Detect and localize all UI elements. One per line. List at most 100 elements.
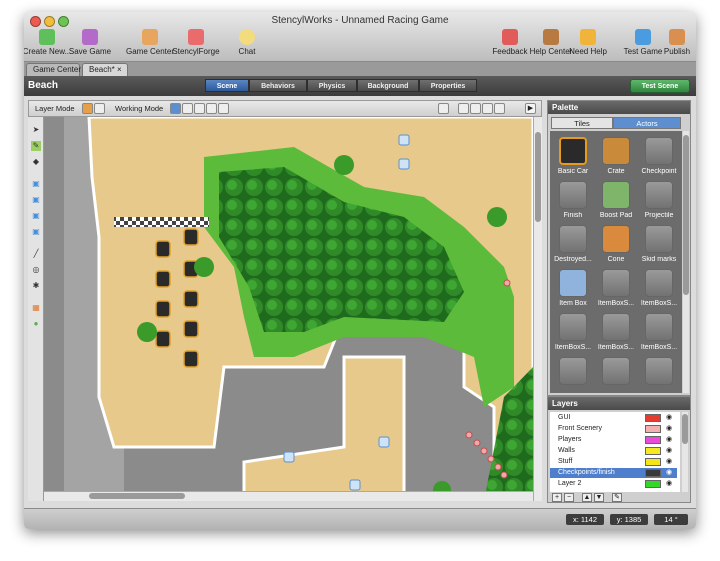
align-bottom-icon[interactable]: ▣ bbox=[31, 211, 41, 221]
working-mode-region-button[interactable] bbox=[182, 103, 193, 114]
eye-icon[interactable]: ◉ bbox=[666, 424, 672, 434]
globe-tool-icon[interactable]: ● bbox=[31, 319, 41, 329]
align-left-icon[interactable]: ▣ bbox=[31, 227, 41, 237]
car-icon bbox=[559, 137, 587, 165]
actor-projectile[interactable]: Projectile bbox=[639, 181, 679, 219]
actor-itemboxs-2[interactable]: ItemBoxS... bbox=[639, 269, 679, 307]
destroyed-icon bbox=[559, 225, 587, 253]
close-tab-icon[interactable]: × bbox=[117, 65, 122, 74]
tab-actors[interactable]: Actors bbox=[613, 117, 681, 129]
pointer-tool-icon[interactable]: ➤ bbox=[31, 125, 41, 135]
layers-scrollbar[interactable] bbox=[682, 412, 688, 492]
actor-finish[interactable]: Finish bbox=[553, 181, 593, 219]
tab-properties[interactable]: Properties bbox=[419, 79, 477, 92]
eye-icon[interactable]: ◉ bbox=[666, 435, 672, 445]
layers-scroll-thumb[interactable] bbox=[682, 414, 688, 444]
pencil-tool-icon[interactable]: ✎ bbox=[31, 141, 41, 151]
actor-basic-car[interactable]: Basic Car bbox=[553, 137, 593, 175]
palette-scroll-thumb[interactable] bbox=[683, 135, 689, 295]
view-toggle-3-button[interactable] bbox=[482, 103, 493, 114]
image-tool-icon[interactable]: ▦ bbox=[31, 303, 41, 313]
actor-boost-pad[interactable]: Boost Pad bbox=[596, 181, 636, 219]
layer-row-walls[interactable]: Walls ◉ bbox=[550, 446, 677, 456]
view-toggle-4-button[interactable] bbox=[494, 103, 505, 114]
create-new-icon bbox=[39, 29, 55, 45]
working-mode-tile-button[interactable] bbox=[170, 103, 181, 114]
screenshot-button[interactable] bbox=[438, 103, 449, 114]
need-help-button[interactable]: Need Help bbox=[558, 29, 618, 56]
align-top-icon[interactable]: ▣ bbox=[31, 179, 41, 189]
actor-itemboxs-1[interactable]: ItemBoxS... bbox=[596, 269, 636, 307]
layer-row-stuff[interactable]: Stuff ◉ bbox=[550, 457, 677, 467]
actor-itemboxs-3[interactable]: ItemBoxS... bbox=[553, 313, 593, 351]
item-box-small-icon bbox=[645, 313, 673, 341]
layer-mode-single-button[interactable] bbox=[82, 103, 93, 114]
checkpoint-icon bbox=[645, 137, 673, 165]
working-mode-grid-button[interactable] bbox=[218, 103, 229, 114]
magic-tool-icon[interactable]: ✱ bbox=[31, 281, 41, 291]
layer-row-front-scenery[interactable]: Front Scenery ◉ bbox=[550, 424, 677, 434]
actor-checkpoint[interactable]: Checkpoint bbox=[639, 137, 679, 175]
chat-button[interactable]: Chat bbox=[217, 29, 277, 56]
line-tool-icon[interactable]: ╱ bbox=[31, 249, 41, 259]
eye-icon[interactable]: ◉ bbox=[666, 479, 672, 489]
actor-label: Basic Car bbox=[557, 168, 589, 175]
view-toggle-1-button[interactable] bbox=[458, 103, 469, 114]
working-mode-pencil-button[interactable] bbox=[206, 103, 217, 114]
horizontal-scrollbar[interactable] bbox=[44, 491, 533, 501]
actor-destroyed[interactable]: Destroyed... bbox=[553, 225, 593, 263]
save-game-button[interactable]: Save Game bbox=[60, 29, 120, 56]
chat-label: Chat bbox=[238, 47, 256, 56]
actor-label: Finish bbox=[563, 212, 583, 219]
working-mode-actor-button[interactable] bbox=[194, 103, 205, 114]
tab-behaviors[interactable]: Behaviors bbox=[249, 79, 307, 92]
app-window: StencylWorks - Unnamed Racing Game Creat… bbox=[24, 12, 696, 529]
layer-row-layer-2[interactable]: Layer 2 ◉ bbox=[550, 479, 677, 489]
view-toggle-2-button[interactable] bbox=[470, 103, 481, 114]
horizontal-scroll-thumb[interactable] bbox=[89, 493, 185, 499]
move-layer-down-button[interactable]: ▼ bbox=[594, 493, 604, 502]
vertical-scroll-thumb[interactable] bbox=[535, 132, 541, 222]
palette-scrollbar[interactable] bbox=[683, 131, 689, 393]
layer-name: Checkpoints/finish bbox=[558, 469, 615, 476]
play-icon[interactable]: ▶ bbox=[525, 103, 536, 114]
tab-background[interactable]: Background bbox=[357, 79, 419, 92]
actor-item-box[interactable]: Item Box bbox=[553, 269, 593, 307]
layer-mode-all-button[interactable] bbox=[94, 103, 105, 114]
vertical-scrollbar[interactable] bbox=[533, 117, 542, 501]
actor-skid-marks[interactable]: Skid marks bbox=[639, 225, 679, 263]
tab-scene[interactable]: Scene bbox=[205, 79, 249, 92]
remove-layer-button[interactable]: − bbox=[564, 493, 574, 502]
add-layer-button[interactable]: + bbox=[552, 493, 562, 502]
actor-itemboxs-5[interactable]: ItemBoxS... bbox=[639, 313, 679, 351]
title-bar: StencylWorks - Unnamed Racing Game Creat… bbox=[24, 12, 696, 62]
layer-row-checkpoints-finish[interactable]: Checkpoints/finish ◉ bbox=[550, 468, 677, 478]
edit-layer-icon[interactable]: ✎ bbox=[612, 493, 622, 502]
publish-button[interactable]: Publish bbox=[647, 29, 696, 56]
bell-icon bbox=[580, 29, 596, 45]
move-layer-up-button[interactable]: ▲ bbox=[582, 493, 592, 502]
align-middle-icon[interactable]: ▣ bbox=[31, 195, 41, 205]
eye-icon[interactable]: ◉ bbox=[666, 413, 672, 423]
actor-cone[interactable]: Cone bbox=[596, 225, 636, 263]
actor-label: Skid marks bbox=[641, 256, 677, 263]
layer-name: Walls bbox=[558, 447, 575, 454]
circle-tool-icon[interactable]: ◎ bbox=[31, 265, 41, 275]
tab-game-center[interactable]: Game Center bbox=[26, 63, 81, 76]
eye-icon[interactable]: ◉ bbox=[666, 468, 672, 478]
layer-row-players[interactable]: Players ◉ bbox=[550, 435, 677, 445]
actor-partial-3[interactable] bbox=[639, 357, 679, 385]
actor-partial-1[interactable] bbox=[553, 357, 593, 385]
actor-crate[interactable]: Crate bbox=[596, 137, 636, 175]
eye-icon[interactable]: ◉ bbox=[666, 457, 672, 467]
scene-canvas[interactable] bbox=[44, 117, 533, 501]
actor-itemboxs-4[interactable]: ItemBoxS... bbox=[596, 313, 636, 351]
actor-partial-2[interactable] bbox=[596, 357, 636, 385]
tab-physics[interactable]: Physics bbox=[307, 79, 357, 92]
tab-beach[interactable]: Beach* × bbox=[82, 63, 128, 76]
test-scene-button[interactable]: Test Scene bbox=[630, 79, 690, 93]
eye-icon[interactable]: ◉ bbox=[666, 446, 672, 456]
bucket-tool-icon[interactable]: ◆ bbox=[31, 157, 41, 167]
layer-row-gui[interactable]: GUI ◉ bbox=[550, 413, 677, 423]
tab-tiles[interactable]: Tiles bbox=[551, 117, 613, 129]
